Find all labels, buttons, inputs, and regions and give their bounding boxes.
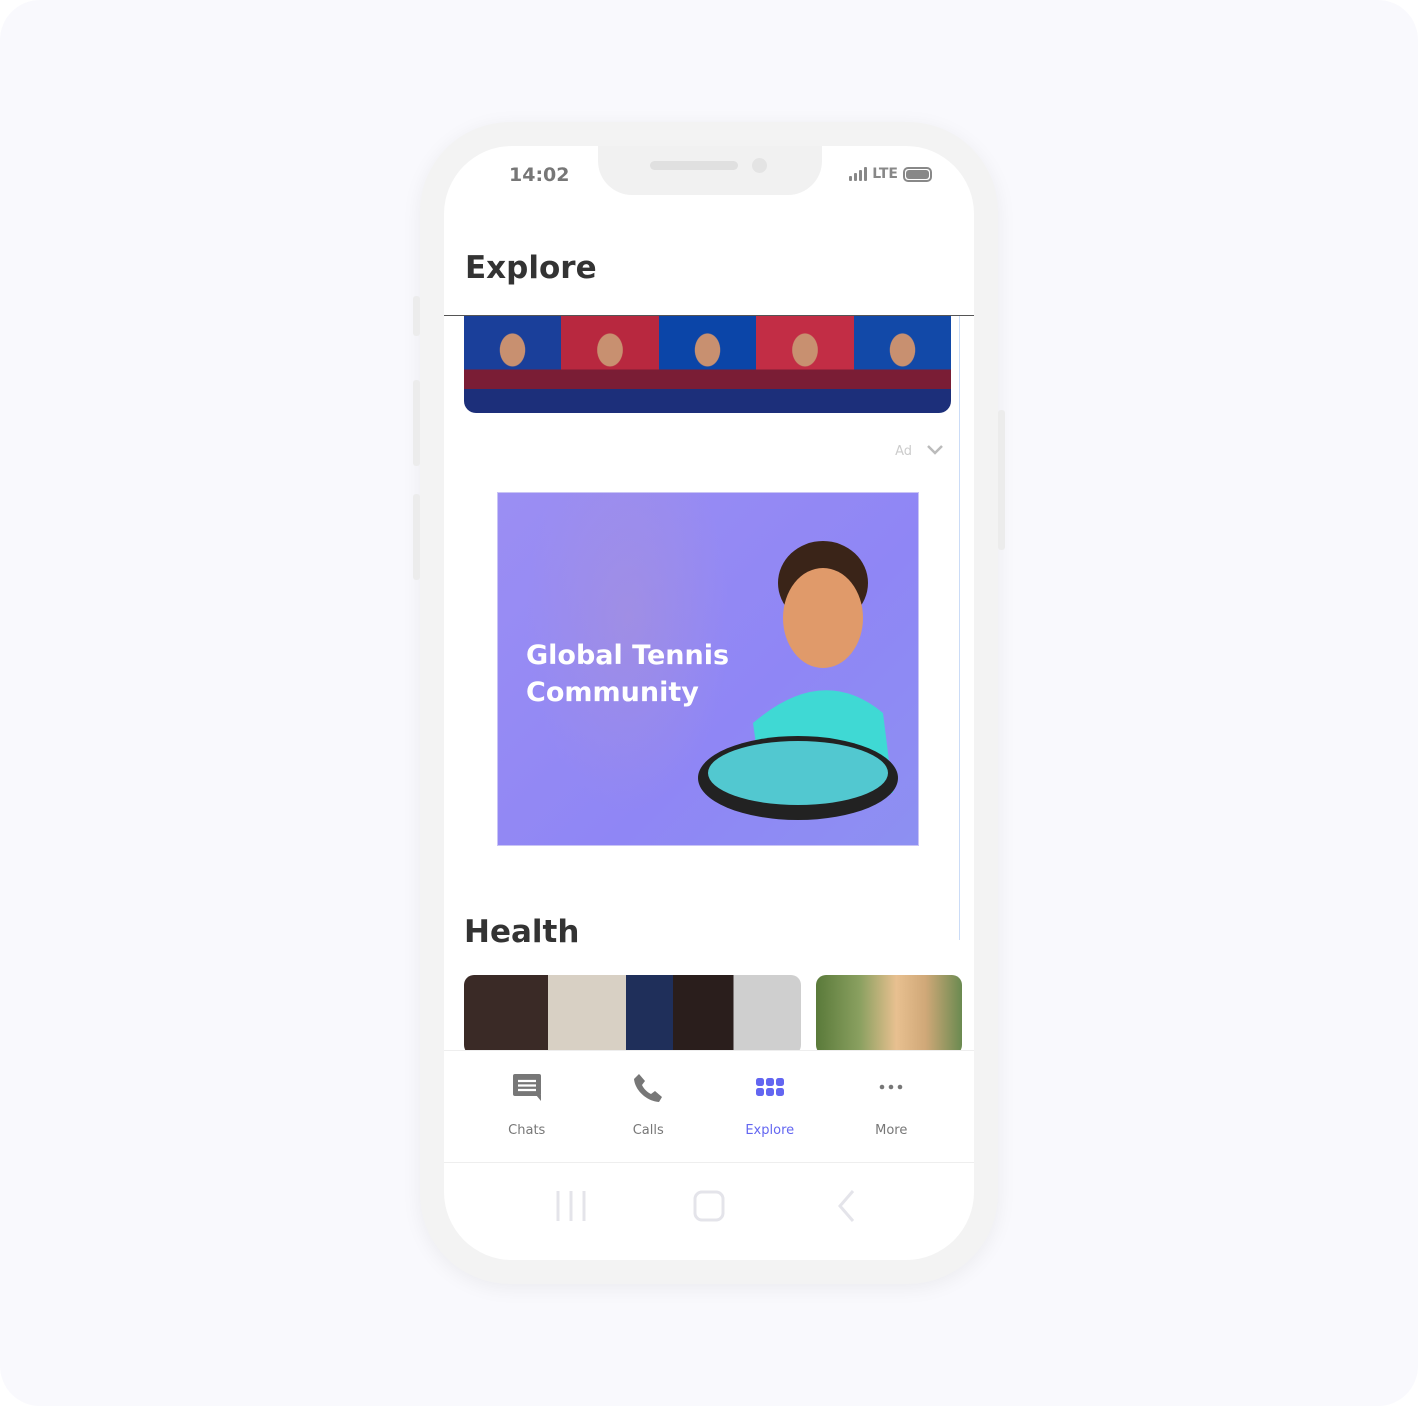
chat-icon [512, 1074, 541, 1101]
ad-headline: Global Tennis Community [526, 637, 729, 711]
camera [752, 158, 767, 173]
page-title: Explore [465, 250, 597, 286]
tab-chats[interactable]: Chats [466, 1051, 588, 1162]
volume-down-button [413, 494, 420, 580]
section-title: Health [464, 914, 580, 950]
phone-screen: 14:02 LTE Explore Ad Global Tennis Commun… [444, 146, 974, 1260]
battery-icon [903, 166, 932, 182]
volume-up-button [413, 380, 420, 466]
signal-icon [849, 167, 868, 181]
more-icon [879, 1084, 903, 1090]
speaker [650, 161, 738, 170]
tab-label: Calls [632, 1123, 664, 1138]
notch [598, 146, 822, 195]
scroll-guide [959, 316, 960, 940]
tab-label: Chats [508, 1123, 546, 1138]
football-banner[interactable] [464, 316, 951, 413]
side-button [413, 296, 420, 336]
grid-icon [755, 1078, 784, 1096]
power-button [998, 410, 1005, 550]
health-card[interactable] [464, 975, 801, 1050]
recent-apps-icon[interactable] [555, 1189, 589, 1223]
chevron-down-icon[interactable] [926, 444, 944, 456]
back-icon[interactable] [829, 1189, 863, 1223]
tab-more[interactable]: More [831, 1051, 953, 1162]
status-indicators: LTE [849, 166, 932, 182]
banner-player-panel [464, 316, 562, 413]
ad-image[interactable]: Global Tennis Community [497, 492, 919, 846]
system-nav [444, 1176, 974, 1236]
tab-label: More [875, 1123, 908, 1138]
banner-player-panel [561, 316, 659, 413]
tab-explore[interactable]: Explore [709, 1051, 831, 1162]
banner-player-panel [756, 316, 854, 413]
tab-label: Explore [745, 1123, 795, 1138]
ad-headline-line1: Global Tennis [526, 640, 730, 671]
status-time: 14:02 [509, 164, 570, 186]
home-icon[interactable] [692, 1189, 726, 1223]
phone-icon [634, 1074, 663, 1102]
ad-label: Ad [895, 444, 912, 459]
ad-headline-line2: Community [526, 677, 699, 708]
banner-player-panel [658, 316, 757, 413]
explore-feed[interactable]: Ad Global Tennis Community Health [444, 316, 974, 1050]
bottom-nav: Chats Calls Explore More [444, 1050, 974, 1163]
banner-player-panel [853, 316, 951, 413]
health-card[interactable] [816, 975, 962, 1050]
network-label: LTE [872, 166, 898, 182]
tab-calls[interactable]: Calls [588, 1051, 710, 1162]
